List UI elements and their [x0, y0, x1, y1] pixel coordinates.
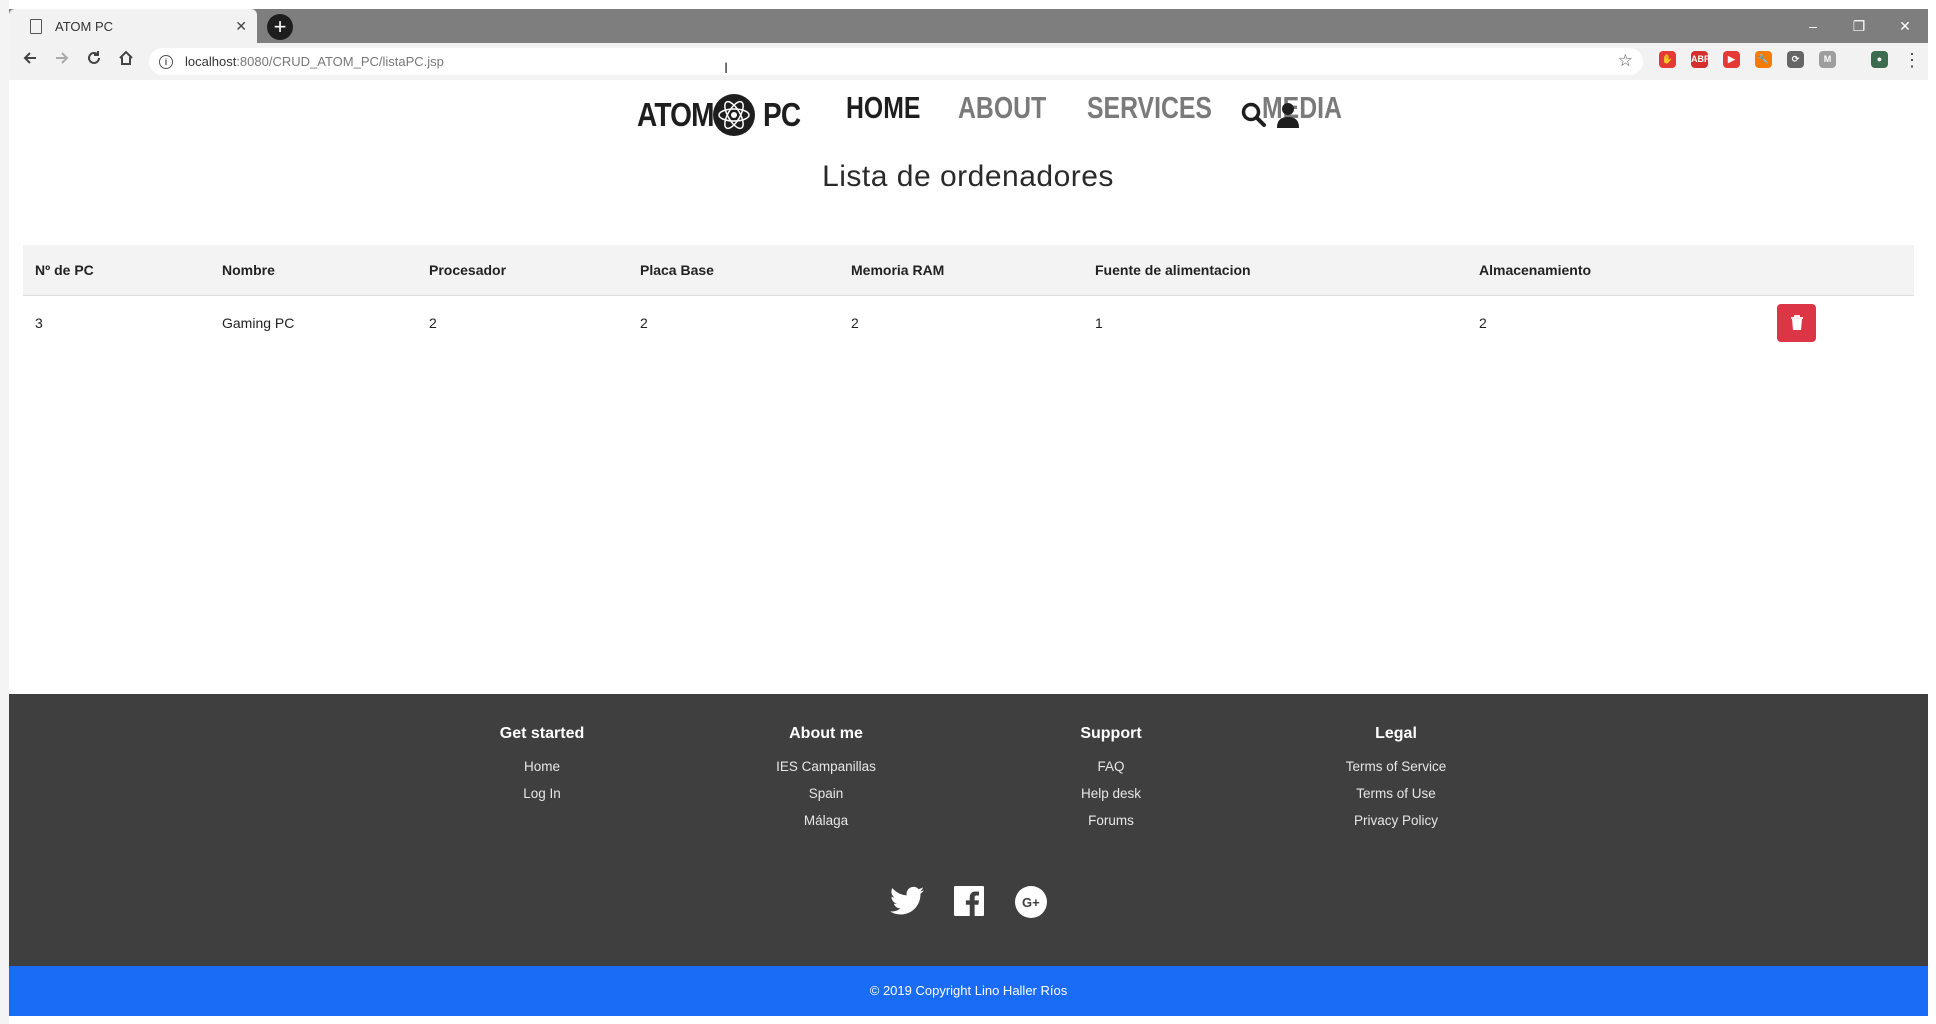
trash-icon — [1790, 315, 1803, 330]
reload-icon[interactable] — [86, 50, 102, 71]
footer-link-helpdesk[interactable]: Help desk — [1011, 780, 1211, 807]
footer-heading: About me — [789, 725, 863, 742]
footer-link-home[interactable]: Home — [442, 753, 642, 780]
footer-link-forums[interactable]: Forums — [1011, 807, 1211, 834]
column-header: Fuente de alimentacion — [1083, 245, 1467, 296]
column-header: Nº de PC — [23, 245, 210, 296]
tab-title: ATOM PC — [55, 18, 114, 34]
main-nav: HOME ABOUT SERVICES MEDIA — [846, 90, 1381, 126]
footer-column-support: Support FAQ Help desk Forums — [1011, 725, 1211, 834]
url-text[interactable]: localhost:8080/CRUD_ATOM_PC/listaPC.jsp — [185, 54, 444, 69]
window-edge — [0, 0, 9, 1024]
footer-heading: Legal — [1375, 725, 1417, 742]
column-header: Nombre — [210, 245, 417, 296]
close-window-button[interactable]: ✕ — [1882, 9, 1928, 43]
facebook-icon[interactable] — [954, 886, 984, 921]
table-cell: 1 — [1095, 315, 1103, 331]
table-header-row: Nº de PC Nombre Procesador Placa Base Me… — [23, 245, 1914, 296]
footer-link-terms-use[interactable]: Terms of Use — [1296, 780, 1496, 807]
twitter-icon[interactable] — [890, 886, 924, 921]
svg-text:G+: G+ — [1022, 895, 1040, 910]
address-bar[interactable]: i localhost:8080/CRUD_ATOM_PC/listaPC.js… — [149, 48, 1643, 75]
nav-about[interactable]: ABOUT — [958, 90, 1046, 126]
logo-text-right: PC — [763, 95, 801, 133]
page-icon — [30, 18, 42, 34]
actions-header — [1765, 245, 1914, 296]
menu-dots-icon[interactable]: ⋮ — [1903, 50, 1921, 71]
footer — [9, 694, 1928, 966]
footer-column-about: About me IES Campanillas Spain Málaga — [726, 725, 926, 834]
search-icon[interactable] — [1241, 102, 1267, 133]
footer-column-legal: Legal Terms of Service Terms of Use Priv… — [1296, 725, 1496, 834]
footer-heading: Support — [1080, 725, 1142, 742]
adblock-icon[interactable]: ABP — [1691, 51, 1710, 68]
copyright-bar: © 2019 Copyright Lino Haller Ríos — [9, 966, 1928, 1016]
table-cell: 2 — [851, 315, 859, 331]
footer-link-login[interactable]: Log In — [442, 780, 642, 807]
column-header: Procesador — [417, 245, 628, 296]
browser-tab[interactable]: ATOM PC ✕ — [9, 9, 257, 43]
tab-strip — [9, 9, 1928, 43]
column-header: Placa Base — [628, 245, 839, 296]
new-tab-button[interactable]: + — [267, 14, 293, 40]
footer-link-terms-service[interactable]: Terms of Service — [1296, 753, 1496, 780]
logo-text-left: ATOM — [637, 95, 714, 133]
footer-link-ies[interactable]: IES Campanillas — [726, 753, 926, 780]
forward-arrow-icon[interactable] — [54, 50, 70, 71]
table-cell: 2 — [640, 315, 648, 331]
footer-heading: Get started — [499, 725, 585, 742]
minimize-button[interactable]: – — [1790, 9, 1836, 43]
m-extension-icon[interactable]: M — [1819, 51, 1836, 68]
wrench-extension-icon[interactable]: 🔧 — [1755, 51, 1772, 68]
bookmark-star-icon[interactable]: ☆ — [1618, 51, 1633, 71]
back-arrow-icon[interactable] — [22, 50, 38, 71]
column-header: Almacenamiento — [1467, 245, 1765, 296]
home-icon[interactable] — [118, 50, 134, 71]
table-cell: 3 — [35, 315, 43, 331]
actions-cell — [1765, 296, 1914, 356]
nav-services[interactable]: SERVICES — [1087, 90, 1212, 126]
stop-extension-icon[interactable]: ✋ — [1659, 51, 1676, 68]
delete-button[interactable] — [1777, 304, 1816, 342]
site-info-icon[interactable]: i — [159, 54, 173, 69]
user-icon[interactable] — [1277, 102, 1299, 133]
nav-media[interactable]: MEDIA — [1262, 90, 1342, 126]
footer-link-faq[interactable]: FAQ — [1011, 753, 1211, 780]
footer-link-privacy[interactable]: Privacy Policy — [1296, 807, 1496, 834]
table-cell: 2 — [429, 315, 437, 331]
site-logo[interactable]: ATOM PC — [637, 92, 807, 137]
table-row: 3 Gaming PC 2 2 2 1 2 — [23, 296, 1914, 356]
text-cursor-icon: I — [724, 61, 729, 77]
nav-home[interactable]: HOME — [846, 90, 920, 126]
profile-avatar-icon[interactable]: ● — [1871, 51, 1888, 68]
video-extension-icon[interactable]: ▶ — [1723, 51, 1740, 68]
sync-extension-icon[interactable]: ⟳ — [1787, 51, 1804, 68]
column-header: Memoria RAM — [839, 245, 1083, 296]
restore-button[interactable]: ❐ — [1836, 9, 1882, 43]
atom-logo-icon — [713, 93, 756, 136]
tab-close-icon[interactable]: ✕ — [235, 18, 247, 35]
table-cell: Gaming PC — [222, 315, 295, 331]
footer-column-get-started: Get started Home Log In — [442, 725, 642, 807]
pc-table: Nº de PC Nombre Procesador Placa Base Me… — [23, 245, 1914, 356]
google-plus-icon[interactable]: G+ — [1015, 886, 1047, 923]
footer-link-malaga[interactable]: Málaga — [726, 807, 926, 834]
footer-link-spain[interactable]: Spain — [726, 780, 926, 807]
window-controls: – ❐ ✕ — [1790, 9, 1928, 43]
table-cell: 2 — [1479, 315, 1487, 331]
page-title: Lista de ordenadores — [822, 160, 1114, 193]
